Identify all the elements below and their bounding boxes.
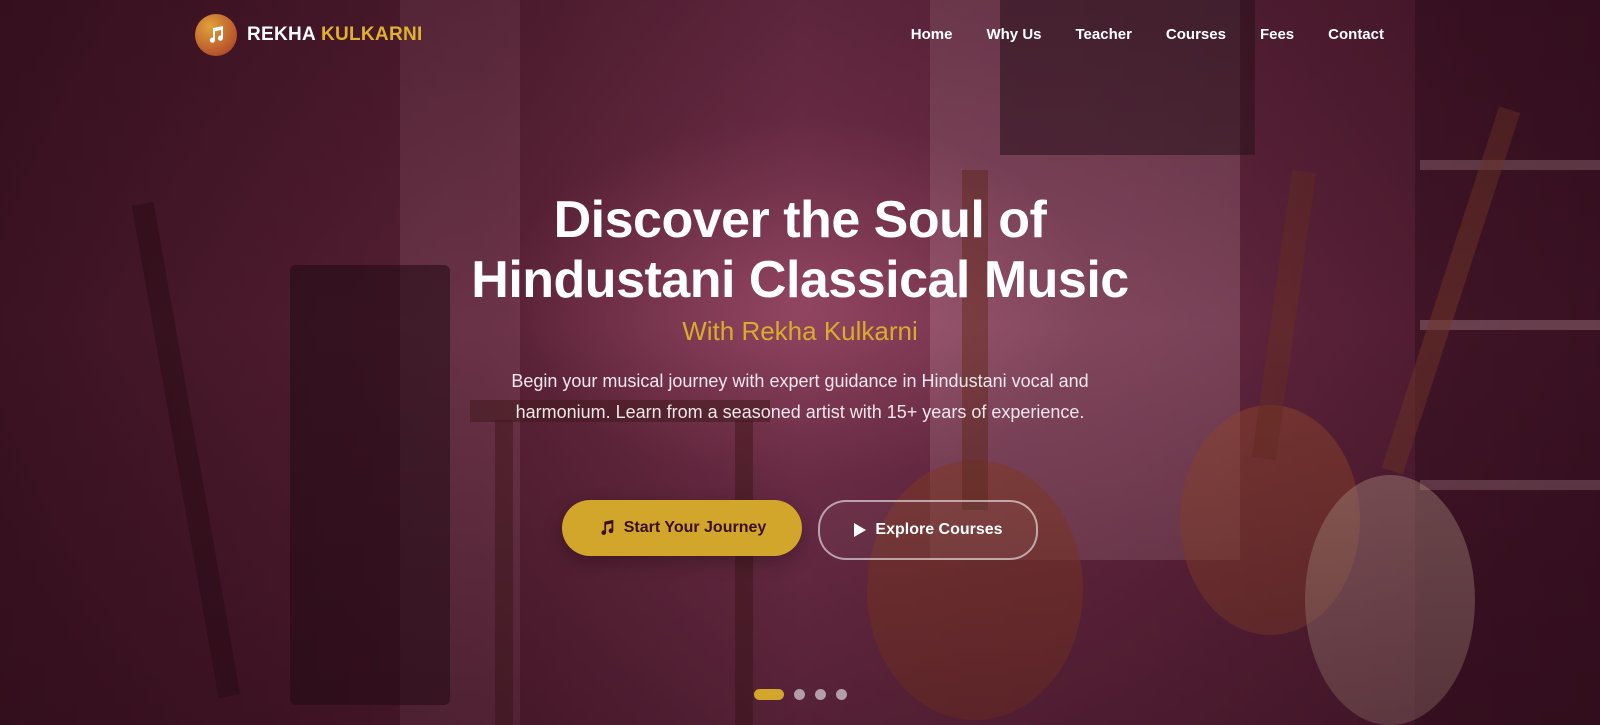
nav-link-why-us[interactable]: Why Us [986,26,1041,43]
start-journey-label: Start Your Journey [623,519,767,536]
nav-link-fees[interactable]: Fees [1260,26,1294,43]
hero-title: Discover the Soul of Hindustani Classica… [0,190,1600,310]
nav-link-contact[interactable]: Contact [1328,26,1384,43]
brand-logo[interactable]: REKHA KULKARNI [195,14,423,56]
brand-name-first: REKHA [247,24,316,45]
main-menu: Home Why Us Teacher Courses Fees Contact [877,26,1384,43]
nav-link-home[interactable]: Home [911,26,953,43]
explore-courses-button[interactable]: Explore Courses [818,500,1038,560]
nav-link-teacher[interactable]: Teacher [1076,26,1132,43]
carousel-dot-4[interactable] [835,689,847,700]
hero-content: Discover the Soul of Hindustani Classica… [0,190,1600,428]
hero-actions: Start Your Journey Explore Courses [0,500,1600,560]
music-note-icon [195,14,237,56]
hero-description: Begin your musical journey with expert g… [511,371,1089,422]
carousel-indicators [0,689,1600,700]
carousel-dot-1[interactable] [753,689,784,700]
brand-name-second: KULKARNI [320,24,423,45]
hero-title-line-1: Discover the Soul of [553,191,1047,249]
carousel-dot-2[interactable] [793,689,805,700]
nav-link-courses[interactable]: Courses [1166,26,1226,43]
music-note-icon [601,519,614,535]
start-journey-button[interactable]: Start Your Journey [562,500,802,556]
play-icon [854,523,867,537]
top-navigation: REKHA KULKARNI Home Why Us Teacher Cours… [0,0,1600,72]
hero-section: REKHA KULKARNI Home Why Us Teacher Cours… [0,0,1600,725]
carousel-dot-3[interactable] [814,689,826,700]
hero-subtitle: With Rekha Kulkarni [682,316,918,346]
brand-name: REKHA KULKARNI [247,24,423,46]
explore-courses-label: Explore Courses [875,521,1003,538]
hero-title-line-2: Hindustani Classical Music [471,251,1129,309]
